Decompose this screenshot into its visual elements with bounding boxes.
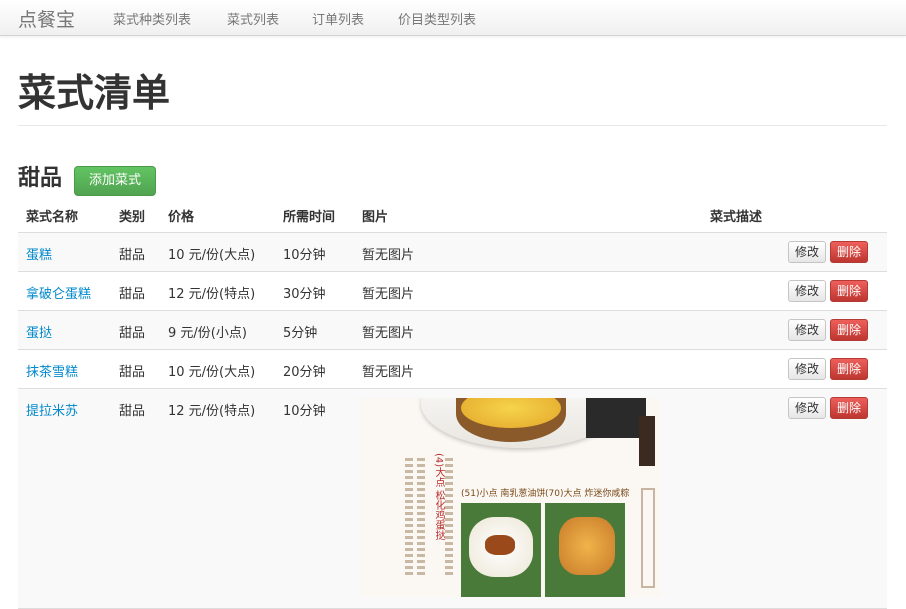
bun-filling: [485, 535, 515, 555]
header-dish-name: 菜式名称: [26, 210, 79, 225]
dish-name-link[interactable]: 提拉米苏: [26, 400, 78, 419]
edit-button[interactable]: 修改: [788, 241, 826, 263]
seal-stamp: [639, 416, 655, 466]
dish-image-placeholder: 暂无图片: [362, 326, 415, 341]
dish-image-placeholder: 暂无图片: [362, 248, 415, 263]
bun-caption: (51)小点 南乳葱油饼: [461, 489, 546, 499]
nav-price-type-list[interactable]: 价目类型列表: [398, 9, 476, 28]
header-description: 菜式描述: [710, 210, 763, 225]
fried-shape: [559, 517, 615, 575]
edit-button[interactable]: 修改: [788, 319, 826, 341]
header-image: 图片: [362, 210, 389, 225]
tart-caption: (4)大点 松化鸡蛋挞: [433, 453, 444, 541]
menu-text-column: [445, 458, 453, 578]
table-row: 抹茶雪糕 甜品 10 元/份(大点) 20分钟 暂无图片 修改 删除: [18, 350, 887, 389]
title-divider: [18, 125, 887, 126]
page-title: 菜式清单: [18, 71, 171, 115]
dish-category: 甜品: [119, 248, 146, 263]
dish-time: 10分钟: [283, 248, 326, 263]
add-dish-button[interactable]: 添加菜式: [74, 166, 156, 196]
dish-price: 9 元/份(小点): [168, 326, 247, 341]
dish-price: 12 元/份(特点): [168, 287, 256, 302]
fried-photo: [545, 503, 625, 597]
header-category: 类别: [119, 210, 146, 225]
delete-button[interactable]: 删除: [830, 280, 868, 302]
brand-logo[interactable]: 点餐宝: [18, 5, 75, 32]
top-navbar: 点餐宝 菜式种类列表 菜式列表 订单列表 价目类型列表: [0, 0, 906, 36]
dish-category: 甜品: [119, 365, 146, 380]
dish-price: 10 元/份(大点): [168, 248, 256, 263]
table-row: 拿破仑蛋糕 甜品 12 元/份(特点) 30分钟 暂无图片 修改 删除: [18, 272, 887, 311]
dish-time: 30分钟: [283, 287, 326, 302]
delete-button[interactable]: 删除: [830, 241, 868, 263]
delete-button[interactable]: 删除: [830, 358, 868, 380]
dish-name-link[interactable]: 抹茶雪糕: [26, 361, 78, 380]
dish-menu-image: (4)大点 松化鸡蛋挞 (51)小点 南乳葱油饼 (70)大点 炸迷你咸粽: [361, 398, 661, 597]
delete-button[interactable]: 删除: [830, 397, 868, 419]
dish-time: 5分钟: [283, 326, 318, 341]
edit-button[interactable]: 修改: [788, 358, 826, 380]
bun-photo: [461, 503, 541, 597]
menu-text-column: [405, 458, 413, 578]
edit-button[interactable]: 修改: [788, 280, 826, 302]
dish-time: 20分钟: [283, 365, 326, 380]
dish-name-link[interactable]: 蛋糕: [26, 244, 52, 263]
dish-name-link[interactable]: 拿破仑蛋糕: [26, 283, 91, 302]
table-row: 蛋挞 甜品 9 元/份(小点) 5分钟 暂无图片 修改 删除: [18, 311, 887, 350]
table-row: 蛋糕 甜品 10 元/份(大点) 10分钟 暂无图片 修改 删除: [18, 233, 887, 272]
nav-dish-list[interactable]: 菜式列表: [227, 9, 279, 28]
header-time: 所需时间: [283, 210, 336, 225]
menu-text-column: [417, 458, 425, 578]
dish-price: 12 元/份(特点): [168, 404, 256, 419]
dish-category: 甜品: [119, 287, 146, 302]
dish-name-link[interactable]: 蛋挞: [26, 322, 52, 341]
dish-image-placeholder: 暂无图片: [362, 365, 415, 380]
table-row: 提拉米苏 甜品 12 元/份(特点) 10分钟 (4)大点 松化鸡蛋挞 (51)…: [18, 389, 887, 609]
dish-price: 10 元/份(大点): [168, 365, 256, 380]
nav-order-list[interactable]: 订单列表: [312, 9, 364, 28]
fried-caption: (70)大点 炸迷你咸粽: [545, 489, 630, 499]
dish-category: 甜品: [119, 326, 146, 341]
dish-image-placeholder: 暂无图片: [362, 287, 415, 302]
edit-button[interactable]: 修改: [788, 397, 826, 419]
nav-dish-category-list[interactable]: 菜式种类列表: [113, 9, 191, 28]
decorative-border: [641, 488, 655, 588]
dish-time: 10分钟: [283, 404, 326, 419]
dark-background: [586, 398, 646, 438]
section-title: 甜品: [18, 166, 63, 191]
header-price: 价格: [168, 210, 195, 225]
dish-category: 甜品: [119, 404, 146, 419]
delete-button[interactable]: 删除: [830, 319, 868, 341]
